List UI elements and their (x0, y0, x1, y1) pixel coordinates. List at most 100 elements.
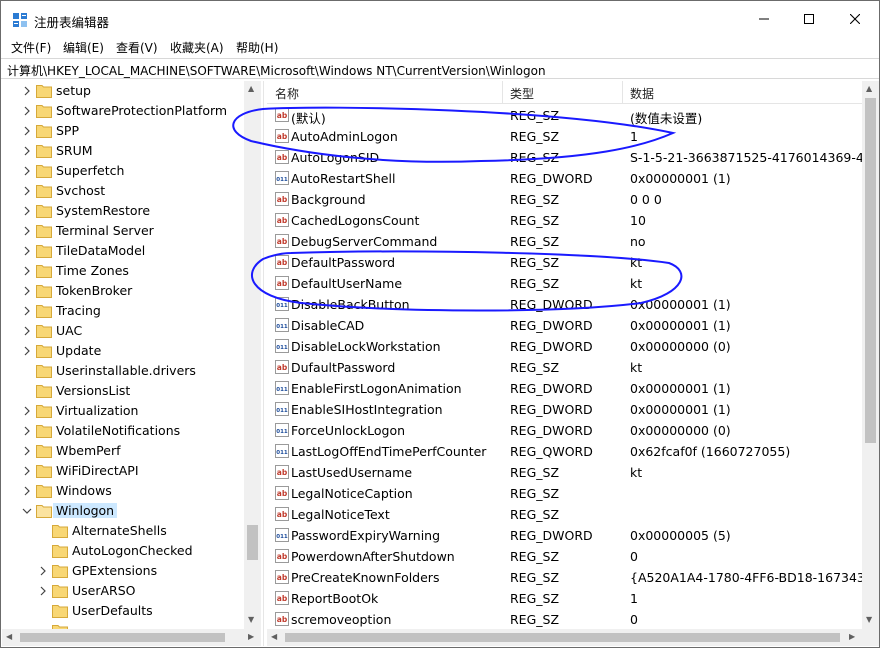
menu-favorites[interactable]: 收藏夹(A) (170, 39, 224, 56)
menu-file[interactable]: 文件(F) (11, 39, 51, 56)
chevron-right-icon[interactable] (22, 305, 32, 317)
value-row[interactable]: ab ReportBootOk REG_SZ 1 (267, 588, 862, 609)
scroll-down-icon[interactable]: ▼ (866, 616, 872, 624)
value-row[interactable]: ab DefaultPassword REG_SZ kt (267, 252, 862, 273)
value-row[interactable]: ab (默认) REG_SZ (数值未设置) (267, 105, 862, 126)
chevron-right-icon[interactable] (22, 185, 32, 197)
value-row[interactable]: ab AutoAdminLogon REG_SZ 1 (267, 126, 862, 147)
list-horizontal-scrollbar[interactable]: ◀ ▶ (267, 629, 862, 646)
value-row[interactable]: 011 EnableSIHostIntegration REG_DWORD 0x000… (267, 399, 862, 420)
scroll-left-icon[interactable]: ◀ (271, 633, 277, 641)
chevron-right-icon[interactable] (22, 165, 32, 177)
column-type[interactable]: 类型 (510, 85, 534, 102)
chevron-right-icon[interactable] (22, 145, 32, 157)
menu-view[interactable]: 查看(V) (116, 39, 158, 56)
value-row[interactable]: 011 PasswordExpiryWarning REG_DWORD 0x00000… (267, 525, 862, 546)
chevron-right-icon[interactable] (22, 125, 32, 137)
value-row[interactable]: 011 EnableFirstLogonAnimation REG_DWORD 0x0… (267, 378, 862, 399)
tree-item[interactable]: GPExtensions (2, 561, 262, 581)
tree-item[interactable]: Terminal Server (2, 221, 262, 241)
column-data[interactable]: 数据 (630, 85, 654, 102)
tree-item[interactable]: WiFiDirectAPI (2, 461, 262, 481)
tree-scroll-thumb[interactable] (247, 525, 258, 560)
value-row[interactable]: 011 DisableBackButton REG_DWORD 0x00000001 … (267, 294, 862, 315)
tree-item[interactable]: TileDataModel (2, 241, 262, 261)
tree-item[interactable]: TokenBroker (2, 281, 262, 301)
chevron-right-icon[interactable] (22, 265, 32, 277)
tree-item[interactable]: Superfetch (2, 161, 262, 181)
minimize-button[interactable] (741, 1, 787, 37)
scroll-up-icon[interactable]: ▲ (866, 85, 872, 93)
list-scroll-thumb[interactable] (865, 98, 876, 443)
tree-item[interactable]: UAC (2, 321, 262, 341)
tree-item[interactable]: SystemRestore (2, 201, 262, 221)
tree-item[interactable]: Tracing (2, 301, 262, 321)
scroll-right-icon[interactable]: ▶ (849, 633, 855, 641)
value-row[interactable]: ab DebugServerCommand REG_SZ no (267, 231, 862, 252)
chevron-right-icon[interactable] (22, 285, 32, 297)
scroll-down-icon[interactable]: ▼ (248, 616, 254, 624)
value-row[interactable]: ab AutoLogonSID REG_SZ S-1-5-21-3663871525-… (267, 147, 862, 168)
tree-item[interactable]: AutoLogonChecked (2, 541, 262, 561)
value-row[interactable]: 011 ForceUnlockLogon REG_DWORD 0x00000000 (… (267, 420, 862, 441)
column-name[interactable]: 名称 (275, 85, 299, 102)
value-row[interactable]: ab LegalNoticeText REG_SZ (267, 504, 862, 525)
chevron-right-icon[interactable] (22, 325, 32, 337)
tree-vertical-scrollbar[interactable]: ▲ ▼ (244, 81, 261, 629)
value-row[interactable]: ab LastUsedUsername REG_SZ kt (267, 462, 862, 483)
tree-item[interactable]: SRUM (2, 141, 262, 161)
tree-item[interactable]: UserARSO (2, 581, 262, 601)
value-row[interactable]: 011 AutoRestartShell REG_DWORD 0x00000001 (… (267, 168, 862, 189)
value-row[interactable]: 011 DisableCAD REG_DWORD 0x00000001 (1) (267, 315, 862, 336)
chevron-right-icon[interactable] (22, 225, 32, 237)
list-vertical-scrollbar[interactable]: ▲ ▼ (862, 81, 879, 629)
tree-item[interactable]: VolatileNotifications (2, 421, 262, 441)
chevron-right-icon[interactable] (22, 445, 32, 457)
chevron-right-icon[interactable] (22, 485, 32, 497)
value-row[interactable]: ab DufaultPassword REG_SZ kt (267, 357, 862, 378)
tree-item[interactable]: Userinstallable.drivers (2, 361, 262, 381)
value-row[interactable]: ab PowerdownAfterShutdown REG_SZ 0 (267, 546, 862, 567)
list-hscroll-thumb[interactable] (285, 633, 840, 642)
chevron-right-icon[interactable] (22, 405, 32, 417)
chevron-right-icon[interactable] (38, 565, 48, 577)
tree-item[interactable]: Time Zones (2, 261, 262, 281)
value-row[interactable]: ab Background REG_SZ 0 0 0 (267, 189, 862, 210)
tree-hscroll-thumb[interactable] (20, 633, 225, 642)
chevron-down-icon[interactable] (22, 505, 32, 517)
chevron-right-icon[interactable] (22, 345, 32, 357)
column-divider[interactable] (622, 81, 623, 104)
scroll-right-icon[interactable]: ▶ (248, 633, 254, 641)
maximize-button[interactable] (786, 1, 832, 37)
chevron-right-icon[interactable] (38, 585, 48, 597)
column-divider[interactable] (502, 81, 503, 104)
tree-item[interactable]: Svchost (2, 181, 262, 201)
value-row[interactable]: ab CachedLogonsCount REG_SZ 10 (267, 210, 862, 231)
value-row[interactable]: ab scremoveoption REG_SZ 0 (267, 609, 862, 629)
tree-item[interactable]: Update (2, 341, 262, 361)
tree-item[interactable]: Windows (2, 481, 262, 501)
tree-item[interactable]: AlternateShells (2, 521, 262, 541)
tree-item[interactable]: SoftwareProtectionPlatform (2, 101, 262, 121)
chevron-right-icon[interactable] (22, 205, 32, 217)
tree-item[interactable]: Virtualization (2, 401, 262, 421)
value-row[interactable]: 011 LastLogOffEndTimePerfCounter REG_QWORD… (267, 441, 862, 462)
address-bar[interactable]: 计算机\HKEY_LOCAL_MACHINE\SOFTWARE\Microsof… (1, 58, 879, 79)
chevron-right-icon[interactable] (22, 465, 32, 477)
tree-item[interactable]: Winlogon (2, 501, 262, 521)
value-row[interactable]: 011 DisableLockWorkstation REG_DWORD 0x0000… (267, 336, 862, 357)
address-path[interactable]: 计算机\HKEY_LOCAL_MACHINE\SOFTWARE\Microsof… (7, 62, 546, 79)
tree-item[interactable]: VersionsList (2, 381, 262, 401)
value-row[interactable]: ab DefaultUserName REG_SZ kt (267, 273, 862, 294)
value-row[interactable]: ab LegalNoticeCaption REG_SZ (267, 483, 862, 504)
tree-horizontal-scrollbar[interactable]: ◀ ▶ (2, 629, 261, 646)
scroll-up-icon[interactable]: ▲ (248, 85, 254, 93)
tree-item[interactable]: SPP (2, 121, 262, 141)
chevron-right-icon[interactable] (22, 425, 32, 437)
tree-item[interactable]: setup (2, 81, 262, 101)
value-row[interactable]: ab PreCreateKnownFolders REG_SZ {A520A1A4-1… (267, 567, 862, 588)
tree-item[interactable]: WbemPerf (2, 441, 262, 461)
menu-edit[interactable]: 编辑(E) (63, 39, 104, 56)
chevron-right-icon[interactable] (22, 85, 32, 97)
menu-help[interactable]: 帮助(H) (236, 39, 278, 56)
